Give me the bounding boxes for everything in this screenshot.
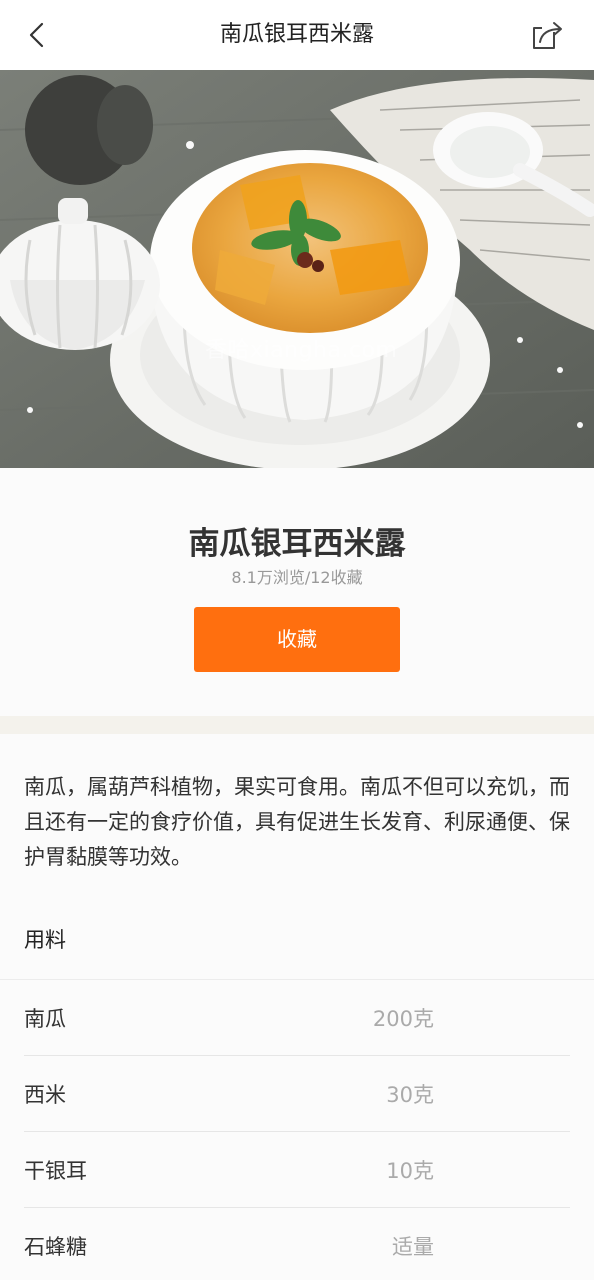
ingredients-list: 南瓜 200克 西米 30克 干银耳 10克 石蜂糖 适量 bbox=[24, 980, 570, 1280]
ingredient-quantity: 适量 bbox=[392, 1235, 434, 1259]
ingredient-name: 干银耳 bbox=[24, 1159, 87, 1183]
ingredient-name: 石蜂糖 bbox=[24, 1235, 87, 1259]
ingredient-quantity: 10克 bbox=[386, 1159, 434, 1183]
back-button[interactable] bbox=[22, 18, 54, 52]
favorite-button[interactable]: 收藏 bbox=[194, 607, 400, 672]
chevron-left-icon bbox=[29, 22, 44, 48]
recipe-stats: 8.1万浏览/12收藏 bbox=[231, 568, 363, 587]
recipe-title: 南瓜银耳西米露 bbox=[188, 526, 406, 562]
ingredients-heading: 用料 bbox=[24, 928, 66, 952]
recipe-page: 南瓜银耳西米露 香哈xiangha.com 南瓜银耳西米露 8.1万浏览/12收… bbox=[0, 0, 594, 1280]
recipe-header: 南瓜银耳西米露 8.1万浏览/12收藏 收藏 bbox=[0, 468, 594, 716]
share-button[interactable] bbox=[530, 18, 566, 52]
ingredient-row: 南瓜 200克 bbox=[24, 980, 570, 1056]
ingredient-quantity: 200克 bbox=[372, 1007, 434, 1031]
ingredient-row: 西米 30克 bbox=[24, 1056, 570, 1132]
dessert-illustration bbox=[0, 70, 594, 468]
ingredient-quantity: 30克 bbox=[386, 1083, 434, 1107]
recipe-photo: 香哈xiangha.com bbox=[0, 70, 594, 468]
ingredient-name: 南瓜 bbox=[24, 1007, 66, 1031]
page-title: 南瓜银耳西米露 bbox=[219, 22, 374, 47]
section-divider bbox=[0, 716, 594, 734]
ingredient-row: 石蜂糖 适量 bbox=[24, 1208, 570, 1280]
ingredient-row: 干银耳 10克 bbox=[24, 1132, 570, 1208]
recipe-description: 南瓜，属葫芦科植物，果实可食用。南瓜不但可以充饥，而且还有一定的食疗价值，具有促… bbox=[24, 775, 570, 869]
share-icon bbox=[533, 22, 562, 49]
ingredient-name: 西米 bbox=[24, 1083, 66, 1107]
watermark-text: 香哈xiangha.com bbox=[205, 338, 398, 363]
top-nav-bar: 南瓜银耳西米露 bbox=[0, 0, 594, 70]
